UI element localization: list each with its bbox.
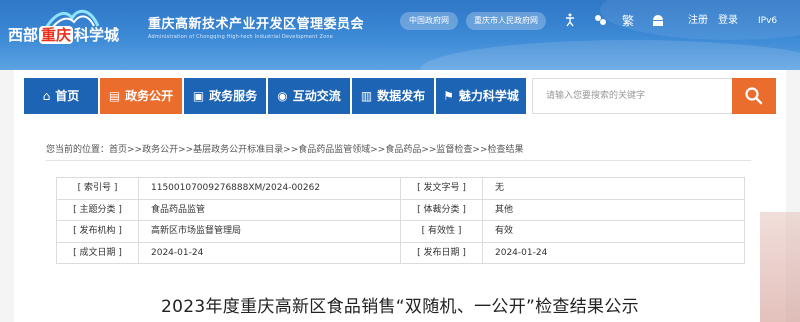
briefcase-icon: ▣	[192, 89, 205, 103]
document-icon: ▤	[108, 89, 121, 103]
info-label: [ 索引号 ]	[56, 177, 139, 200]
flag-icon: ⚑	[443, 89, 454, 103]
logo-suffix: 科学城	[74, 26, 120, 44]
nav-item-label: 政务公开	[125, 89, 174, 103]
info-value: 11500107009276888XM/2024-00262	[138, 177, 401, 200]
info-value: 无	[482, 177, 745, 200]
info-value: 高新区市场监督管理局	[138, 220, 401, 243]
info-row: [ 索引号 ] 11500107009276888XM/2024-00262[ 发…	[56, 177, 745, 200]
info-label: [ 主题分类 ]	[56, 198, 139, 221]
org-name-en: Administration of Chongqing High-tech In…	[148, 34, 333, 40]
info-value: 食品药品监管	[138, 198, 401, 221]
info-label: [ 成文日期 ]	[56, 241, 139, 264]
search-icon	[745, 87, 763, 105]
nav-item-interaction[interactable]: ◉ 互动交流	[268, 78, 350, 114]
accessibility-icon[interactable]	[562, 13, 578, 29]
register-link[interactable]: 注册	[688, 13, 708, 29]
nav-item-gov-affairs[interactable]: ▤ 政务公开	[100, 78, 182, 114]
login-link[interactable]: 登录	[718, 13, 738, 29]
info-label: [ 发布日期 ]	[400, 241, 483, 264]
care-mode-icon[interactable]	[592, 13, 608, 29]
info-label: [ 发布机构 ]	[56, 220, 139, 243]
logo-text: 西部 重庆 科学城	[8, 24, 119, 45]
nav-item-label: 政务服务	[209, 89, 258, 103]
cq-gov-link[interactable]: 重庆市人民政府网	[466, 12, 546, 30]
info-label: [ 发文字号 ]	[400, 177, 483, 200]
logo-prefix: 西部	[8, 26, 39, 44]
traditional-chinese-toggle[interactable]: 繁	[622, 13, 634, 29]
android-icon[interactable]	[650, 13, 666, 29]
bar-chart-icon: ▥	[360, 89, 373, 103]
org-title: 重庆高新技术产业开发区管理委员会 Administration of Chong…	[148, 13, 364, 40]
info-label: [ 体裁分类 ]	[400, 198, 483, 221]
search-input[interactable]: 请输入您要搜索的关键字	[532, 78, 732, 114]
nav-item-data-release[interactable]: ▥ 数据发布	[352, 78, 434, 114]
nav-item-label: 首页	[55, 89, 80, 103]
home-icon: ⌂	[42, 89, 51, 103]
main-nav: ⌂ 首页 ▤ 政务公开 ▣ 政务服务 ◉ 互动交流 ▥ 数据发布 ⚑ 魅力科学城	[24, 78, 528, 114]
info-row: [ 主题分类 ] 食品药品监管[ 体裁分类 ] 其他	[56, 198, 745, 221]
china-gov-link[interactable]: 中国政府网	[400, 12, 458, 30]
info-row: [ 成文日期 ] 2024-01-24[ 发布日期 ] 2024-01-24	[56, 241, 745, 264]
info-label: [ 有效性 ]	[400, 220, 483, 243]
info-value: 有效	[482, 220, 745, 243]
info-value: 2024-01-24	[138, 241, 401, 264]
nav-item-gov-services[interactable]: ▣ 政务服务	[184, 78, 266, 114]
header-decoration	[420, 40, 800, 70]
logo-highlight: 重庆	[39, 26, 74, 44]
info-value: 2024-01-24	[482, 241, 745, 264]
breadcrumb[interactable]: 您当前的位置：首页>>政务公开>>基层政务公开标准目录>>食品药品监管领域>>食…	[46, 143, 751, 161]
site-header: 西部 重庆 科学城 重庆高新技术产业开发区管理委员会 Administration …	[0, 0, 800, 70]
ipv6-badge: IPv6	[758, 16, 778, 26]
page-title: 2023年度重庆高新区食品销售“双随机、一公开”检查结果公示	[161, 297, 639, 317]
site-logo[interactable]: 西部 重庆 科学城	[8, 6, 148, 50]
nav-item-label: 互动交流	[292, 89, 341, 103]
nav-item-home[interactable]: ⌂ 首页	[24, 78, 98, 114]
info-row: [ 发布机构 ] 高新区市场监督管理局[ 有效性 ] 有效	[56, 220, 745, 243]
info-value: 其他	[482, 198, 745, 221]
chat-icon: ◉	[277, 89, 288, 103]
nav-item-label: 魅力科学城	[458, 89, 519, 103]
nav-item-charm-city[interactable]: ⚑ 魅力科学城	[436, 78, 526, 114]
search-button[interactable]	[732, 78, 776, 114]
document-info-table: [ 索引号 ] 11500107009276888XM/2024-00262[ 发…	[56, 177, 745, 264]
org-name-cn: 重庆高新技术产业开发区管理委员会	[148, 17, 365, 32]
nav-item-label: 数据发布	[377, 89, 426, 103]
